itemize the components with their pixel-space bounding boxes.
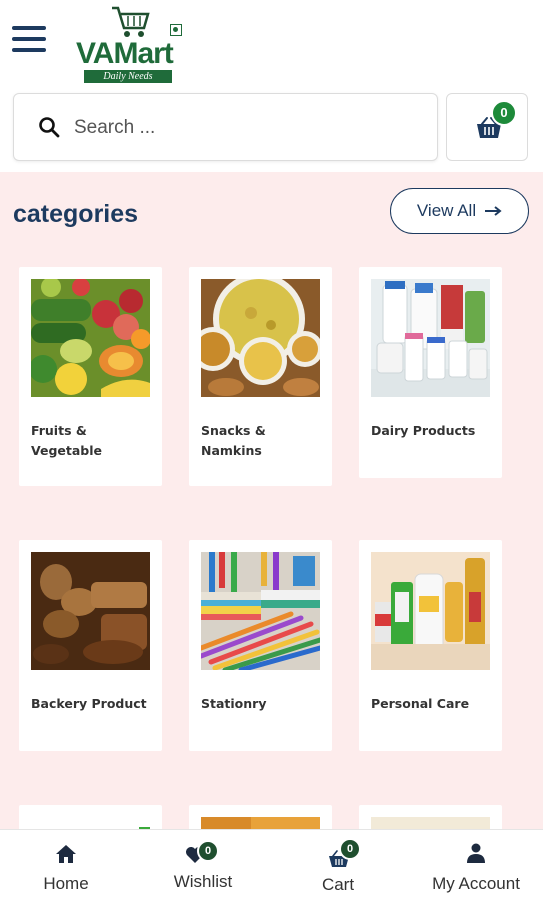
category-photo-partial (201, 817, 320, 829)
wishlist-count-badge: 0 (197, 840, 219, 862)
category-card-stationery[interactable]: Stationry (189, 540, 332, 751)
category-card-dairy[interactable]: Dairy Products (359, 267, 502, 478)
cart-nav-count-badge: 0 (339, 838, 361, 860)
bottom-navigation: Home 0 Wishlist 0 Cart My Account (0, 829, 543, 900)
dairy-photo (371, 279, 490, 397)
search-icon[interactable] (38, 116, 60, 138)
bakery-photo (31, 552, 150, 670)
fruits-vegetables-photo (31, 279, 150, 397)
category-card-partial[interactable] (359, 805, 502, 829)
category-label: Dairy Products (371, 423, 476, 438)
cart-count-badge: 0 (491, 100, 517, 126)
categories-section: categories View All Fruits & Vegetable S… (0, 172, 543, 829)
view-all-label: View All (416, 201, 477, 220)
category-label: Fruits & Vegetable (31, 423, 103, 458)
category-label: Personal Care (371, 696, 470, 711)
search-bar (13, 93, 438, 161)
category-card-partial[interactable] (19, 805, 162, 829)
category-card-snacks[interactable]: Snacks & Namkins (189, 267, 332, 486)
nav-wishlist[interactable]: 0 Wishlist (157, 830, 249, 900)
home-icon (56, 845, 76, 863)
header-cart-button[interactable]: 0 (446, 93, 528, 161)
logo-tagline: Daily Needs (84, 70, 172, 83)
personal-care-photo (371, 552, 490, 670)
category-label: Backery Product (31, 696, 147, 711)
view-all-button[interactable]: View All (390, 188, 529, 234)
section-title: categories (13, 200, 139, 228)
nav-label-account: My Account (432, 874, 520, 893)
category-photo-partial (31, 817, 150, 829)
stationery-photo (201, 552, 320, 670)
category-card-fruits[interactable]: Fruits & Vegetable (19, 267, 162, 486)
logo-brand-text: VAMart (76, 37, 174, 70)
snacks-photo (201, 279, 320, 397)
app-header: VAMart Daily Needs (0, 0, 543, 88)
category-card-personal-care[interactable]: Personal Care (359, 540, 502, 751)
nav-cart[interactable]: 0 Cart (292, 830, 384, 900)
category-label: Snacks & Namkins (201, 423, 266, 458)
category-photo-partial (371, 817, 490, 829)
arrow-right-icon (485, 206, 502, 216)
nav-my-account[interactable]: My Account (418, 830, 534, 900)
veg-mark-icon (170, 24, 182, 36)
category-card-bakery[interactable]: Backery Product (19, 540, 162, 751)
category-label: Stationry (201, 696, 267, 711)
brand-logo[interactable]: VAMart Daily Needs (74, 4, 186, 83)
category-card-partial[interactable] (189, 805, 332, 829)
nav-label-wishlist: Wishlist (173, 872, 233, 891)
hamburger-icon[interactable] (12, 26, 46, 56)
nav-label-cart: Cart (321, 875, 355, 894)
nav-label-home: Home (43, 874, 89, 893)
search-input[interactable] (74, 112, 414, 144)
user-icon (467, 843, 485, 863)
nav-home[interactable]: Home (20, 830, 112, 900)
